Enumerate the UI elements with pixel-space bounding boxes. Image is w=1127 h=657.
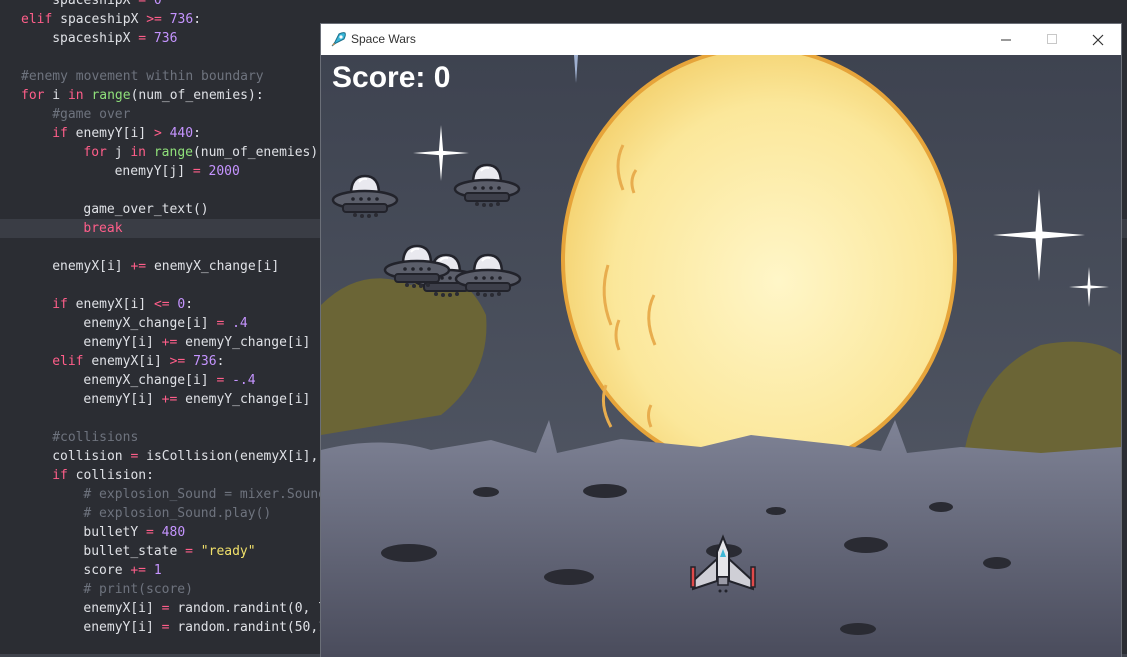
- code-token: 1: [146, 563, 162, 578]
- code-token: enemyY[i]: [83, 335, 162, 350]
- code-token: score: [83, 563, 131, 578]
- code-token: =: [161, 620, 170, 635]
- code-token: spaceshipX: [52, 0, 139, 8]
- code-token: 736: [185, 354, 217, 369]
- code-token: in: [130, 145, 147, 160]
- code-token: random.randint(50,1: [169, 620, 327, 635]
- code-token: (num_of_enemies):: [130, 88, 264, 103]
- code-token: 736: [146, 31, 178, 46]
- code-token: "ready": [192, 544, 256, 559]
- code-token: # explosion_Sound = mixer.Sound: [83, 487, 327, 502]
- code-line[interactable]: spaceshipX = 0: [0, 0, 1127, 10]
- code-token: >=: [169, 354, 186, 369]
- code-token: collision:: [67, 468, 154, 483]
- code-token: =: [138, 31, 147, 46]
- code-token: 440: [161, 126, 194, 141]
- code-token: j: [106, 145, 131, 160]
- code-token: +=: [130, 259, 147, 274]
- code-token: enemyX_change[i]: [83, 316, 217, 331]
- code-token: enemyX[i]: [83, 601, 162, 616]
- minimize-icon: [1000, 39, 1011, 41]
- code-token: :: [216, 354, 225, 369]
- code-token: =: [138, 0, 147, 8]
- code-token: range: [83, 88, 131, 103]
- code-token: # explosion_Sound.play(): [83, 506, 272, 521]
- code-token: +=: [161, 392, 178, 407]
- code-token: bulletY: [83, 525, 147, 540]
- code-token: >: [153, 126, 162, 141]
- code-token: =: [192, 164, 201, 179]
- code-token: 480: [153, 525, 186, 540]
- code-token: =: [185, 544, 193, 559]
- code-token: enemyY[j]: [114, 164, 193, 179]
- code-token: for: [83, 145, 107, 160]
- game-scene: [321, 55, 1121, 657]
- code-token: enemyY[i]: [67, 126, 154, 141]
- code-token: if: [52, 468, 68, 483]
- game-canvas[interactable]: Score: 0: [321, 55, 1121, 657]
- code-token: +=: [130, 563, 147, 578]
- code-token: collision: [52, 449, 131, 464]
- code-token: 0: [146, 0, 162, 8]
- maximize-icon: [1046, 34, 1057, 44]
- code-token: if: [52, 126, 68, 141]
- code-token: enemyX_change[i]: [146, 259, 280, 274]
- code-token: =: [161, 601, 170, 616]
- maximize-button[interactable]: [1029, 24, 1075, 55]
- code-token: random.randint(0, 7: [169, 601, 327, 616]
- code-token: #collisions: [52, 430, 139, 445]
- code-token: enemyY_change[i]: [177, 392, 311, 407]
- code-token: # print(score): [83, 582, 193, 597]
- code-token: enemyX[i]: [67, 297, 154, 312]
- code-token: 736: [161, 12, 194, 27]
- code-token: 2000: [200, 164, 240, 179]
- code-token: in: [67, 88, 84, 103]
- code-token: (num_of_enemies):: [192, 145, 327, 160]
- code-token: :: [185, 297, 194, 312]
- code-token: game_over_text(): [83, 202, 209, 217]
- code-token: -.4: [224, 373, 256, 388]
- code-token: if: [52, 297, 68, 312]
- code-token: enemyX[i]: [52, 259, 131, 274]
- code-token: range: [146, 145, 193, 160]
- code-token: enemyY[i]: [83, 620, 162, 635]
- code-token: =: [146, 525, 154, 540]
- minimize-button[interactable]: [983, 24, 1029, 55]
- code-token: >=: [146, 12, 162, 27]
- code-token: spaceshipX: [52, 31, 139, 46]
- code-token: for: [21, 88, 45, 103]
- code-token: #game over: [52, 107, 131, 122]
- code-token: #enemy movement within boundary: [21, 69, 264, 84]
- score-label: Score: 0: [332, 61, 451, 94]
- code-token: 0: [169, 297, 186, 312]
- window-title: Space Wars: [351, 32, 416, 46]
- game-window[interactable]: Space Wars Score: 0: [321, 24, 1121, 657]
- code-token: :: [193, 126, 201, 141]
- code-token: break: [83, 221, 123, 236]
- code-token: isCollision(enemyX[i],: [138, 449, 319, 464]
- code-token: enemyX[i]: [83, 354, 170, 369]
- close-icon: [1092, 34, 1104, 45]
- code-token: +=: [161, 335, 178, 350]
- code-token: enemyY_change[i]: [177, 335, 311, 350]
- code-token: i: [44, 88, 68, 103]
- window-titlebar[interactable]: Space Wars: [321, 24, 1121, 55]
- moon: [561, 55, 957, 474]
- rocket-icon: [331, 32, 346, 47]
- code-token: spaceshipX: [52, 12, 147, 27]
- code-token: :: [193, 12, 202, 27]
- code-token: enemyY[i]: [83, 392, 162, 407]
- lunar-ground: [321, 420, 1121, 657]
- code-token: .4: [224, 316, 248, 331]
- close-button[interactable]: [1075, 24, 1121, 55]
- code-token: elif: [52, 354, 84, 369]
- code-token: bullet_state: [83, 544, 186, 559]
- code-token: elif: [21, 12, 53, 27]
- code-token: <=: [153, 297, 170, 312]
- code-token: enemyX_change[i]: [83, 373, 217, 388]
